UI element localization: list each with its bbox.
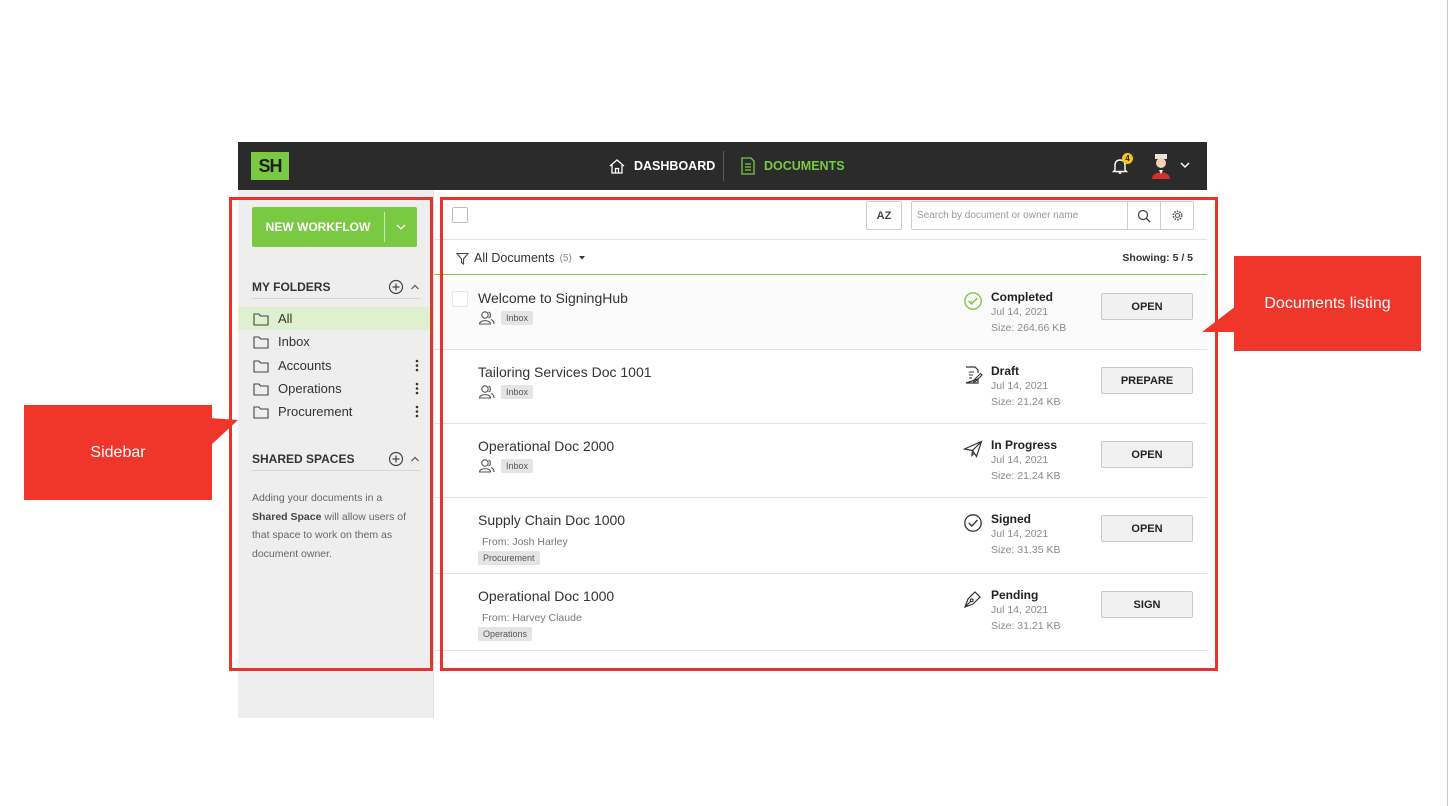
sidebar-callout: Sidebar [24, 405, 212, 500]
callout-label: Sidebar [90, 443, 146, 461]
top-navigation-bar: SH DASHBOARD DOCUMENTS 4 [238, 142, 1207, 190]
nav-documents-label: DOCUMENTS [764, 159, 845, 173]
sidebar-highlight-box [229, 197, 433, 671]
chevron-down-icon[interactable] [1179, 159, 1191, 171]
nav-dashboard[interactable]: DASHBOARD [608, 142, 715, 190]
callout-label: Documents listing [1264, 294, 1391, 312]
notification-count-badge: 4 [1122, 153, 1133, 164]
page-edge-divider [1447, 0, 1448, 806]
documents-listing-callout: Documents listing [1234, 256, 1421, 351]
callout-pointer [1202, 306, 1236, 332]
nav-documents[interactable]: DOCUMENTS [740, 142, 845, 190]
home-icon [609, 158, 625, 174]
avatar[interactable] [1150, 153, 1172, 179]
nav-divider [723, 151, 724, 181]
signinghub-logo[interactable]: SH [251, 152, 289, 180]
document-icon [741, 157, 755, 175]
callout-pointer [210, 418, 238, 446]
nav-dashboard-label: DASHBOARD [634, 159, 716, 173]
documents-listing-highlight-box [440, 197, 1218, 671]
